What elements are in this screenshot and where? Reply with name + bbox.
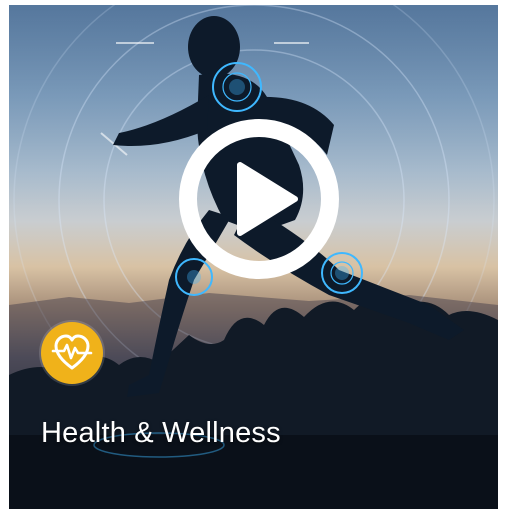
heart-pulse-icon <box>51 334 93 370</box>
play-button[interactable] <box>177 117 341 281</box>
card-title: Health & Wellness <box>41 417 281 449</box>
play-icon <box>179 119 339 279</box>
health-wellness-video-card[interactable]: Health & Wellness <box>9 5 498 509</box>
wellness-badge <box>41 322 103 384</box>
